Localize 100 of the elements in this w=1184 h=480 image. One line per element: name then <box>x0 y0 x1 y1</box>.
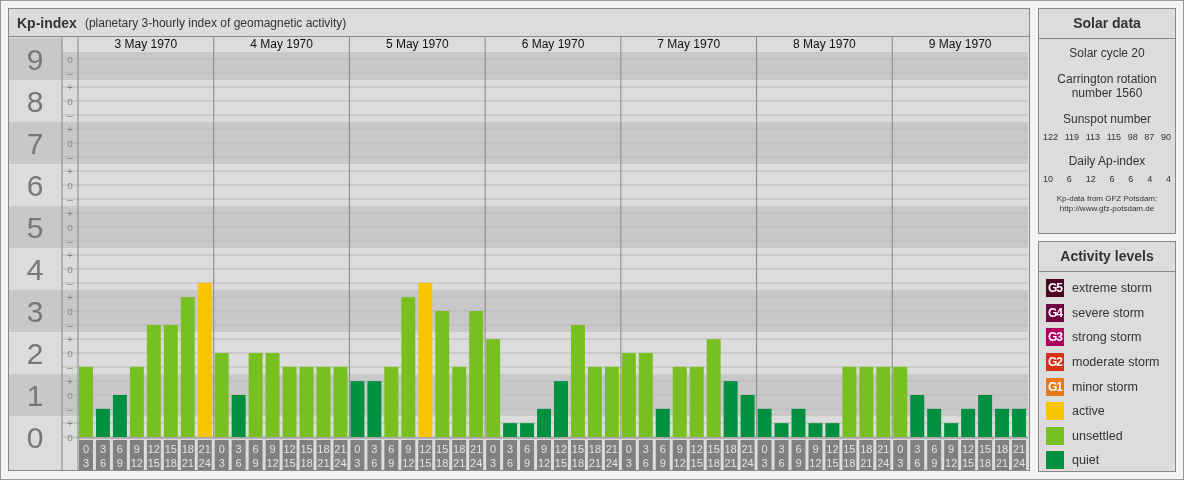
legend-label: unsettled <box>1072 428 1123 443</box>
legend-label: minor storm <box>1072 379 1138 394</box>
x-tick-label: 3 6 <box>914 443 921 469</box>
level-badge: G5 <box>1046 279 1064 298</box>
hour-range-label: 3 6 <box>231 440 246 470</box>
date-label: 6 May 1970 <box>521 37 585 51</box>
hour-range-label: 15 18 <box>163 440 178 470</box>
hour-range-label: 0 3 <box>79 440 93 470</box>
sublevel-mark: + <box>67 418 73 429</box>
hour-range-label: 21 24 <box>876 440 891 470</box>
kp-bar <box>672 366 687 437</box>
kp-bar <box>452 366 467 437</box>
x-tick-label: 3 6 <box>235 443 242 469</box>
legend-label: severe storm <box>1072 305 1145 320</box>
legend-label: active <box>1072 404 1105 419</box>
sunspot-number: 115 <box>1106 132 1122 142</box>
kp-bar <box>859 366 874 437</box>
hour-range-label: 12 15 <box>282 440 297 470</box>
panel-title: Solar data <box>1039 9 1175 39</box>
kp-bar <box>587 366 602 437</box>
hour-range-label: 12 15 <box>961 440 976 470</box>
ap-index-value: 10 <box>1043 174 1053 184</box>
ap-index-value: 4 <box>1165 174 1171 184</box>
hour-range-label: 9 12 <box>129 440 144 470</box>
sublevel-mark: + <box>67 250 73 261</box>
kp-level-label: 4 <box>26 253 44 286</box>
level-badge: G4 <box>1046 303 1064 322</box>
kp-bar <box>554 381 568 437</box>
hour-range-label: 12 15 <box>689 440 704 470</box>
sublevel-mark: o <box>67 348 73 359</box>
hour-range-label: 0 3 <box>757 440 772 470</box>
sublevel-mark: – <box>67 362 73 373</box>
hour-range-label: 12 15 <box>146 440 161 470</box>
sublevel-mark: o <box>67 180 73 191</box>
kp-bar <box>961 408 976 437</box>
kp-level-label: 2 <box>26 337 44 370</box>
kp-bar <box>876 366 891 437</box>
ap-index-label: Daily Ap-index <box>1068 154 1146 168</box>
kp-bar <box>910 395 925 437</box>
hour-range-label: 12 15 <box>554 440 568 470</box>
sublevel-mark: – <box>67 236 73 247</box>
hour-range-label: 15 18 <box>842 440 857 470</box>
hour-range-label: 0 3 <box>621 440 636 470</box>
hour-range-label: 6 9 <box>248 440 263 470</box>
sunspot-label: Sunspot number <box>1062 112 1152 126</box>
hour-range-label: 9 12 <box>808 440 823 470</box>
hour-range-label: 18 21 <box>180 440 195 470</box>
x-tick-label: 6 9 <box>388 443 395 469</box>
x-tick-label: 3 6 <box>778 443 785 469</box>
kp-bar <box>520 423 535 437</box>
kp-bar <box>791 408 806 437</box>
hour-range-label: 18 21 <box>452 440 467 470</box>
sublevel-mark: + <box>67 208 73 219</box>
x-tick-label: 3 6 <box>371 443 378 469</box>
kp-bar <box>299 366 314 437</box>
kp-level-label: 0 <box>26 421 44 454</box>
kp-bar <box>893 366 908 437</box>
kp-bar <box>842 366 857 437</box>
sublevel-mark: + <box>67 292 73 303</box>
solar-cycle: Solar cycle 20 <box>1069 46 1145 60</box>
hour-range-label: 15 18 <box>706 440 721 470</box>
hour-range-label: 21 24 <box>740 440 755 470</box>
hour-range-label: 3 6 <box>774 440 789 470</box>
hour-range-label: 18 21 <box>587 440 602 470</box>
kp-bar <box>655 408 670 437</box>
kp-bar <box>1012 408 1026 437</box>
kp-bar <box>604 366 619 437</box>
sublevel-mark: + <box>67 166 73 177</box>
source-text: Kp-data from GFZ Potsdam: <box>1056 194 1158 204</box>
hour-range-label: 21 24 <box>197 440 212 470</box>
hour-range-label: 3 6 <box>910 440 925 470</box>
hour-range-label: 12 15 <box>418 440 433 470</box>
x-tick-label: 3 6 <box>507 443 514 469</box>
x-tick-label: 0 3 <box>218 443 225 469</box>
date-label: 9 May 1970 <box>928 37 992 51</box>
x-tick-label: 0 3 <box>625 443 632 469</box>
level-badge: G2 <box>1046 353 1064 372</box>
sublevel-mark: o <box>67 432 73 443</box>
x-tick-label: 3 6 <box>642 443 649 469</box>
legend-label: extreme storm <box>1072 281 1152 296</box>
x-tick-label: 0 3 <box>490 443 497 469</box>
kp-bar <box>723 381 738 437</box>
source-url: http://www.gfz-potsdam.de <box>1059 204 1155 214</box>
hour-range-label: 0 3 <box>214 440 229 470</box>
kp-bar <box>689 366 704 437</box>
sublevel-mark: – <box>67 152 73 163</box>
sublevel-mark: – <box>67 404 73 415</box>
sublevel-mark: – <box>67 194 73 205</box>
ap-index-value: 6 <box>1128 174 1134 184</box>
kp-bar <box>808 423 823 437</box>
hour-range-label: 3 6 <box>95 440 110 470</box>
x-tick-label: 0 3 <box>761 443 768 469</box>
hour-range-label: 0 3 <box>486 440 501 470</box>
chart-subtitle: (planetary 3-hourly index of geomagnetic activity) <box>84 15 347 30</box>
sublevel-mark: + <box>67 334 73 345</box>
hour-range-label: 0 3 <box>350 440 365 470</box>
date-label: 5 May 1970 <box>385 37 449 51</box>
level-badge: G3 <box>1046 328 1064 347</box>
hour-range-label: 6 9 <box>384 440 399 470</box>
hour-range-label: 3 6 <box>503 440 518 470</box>
